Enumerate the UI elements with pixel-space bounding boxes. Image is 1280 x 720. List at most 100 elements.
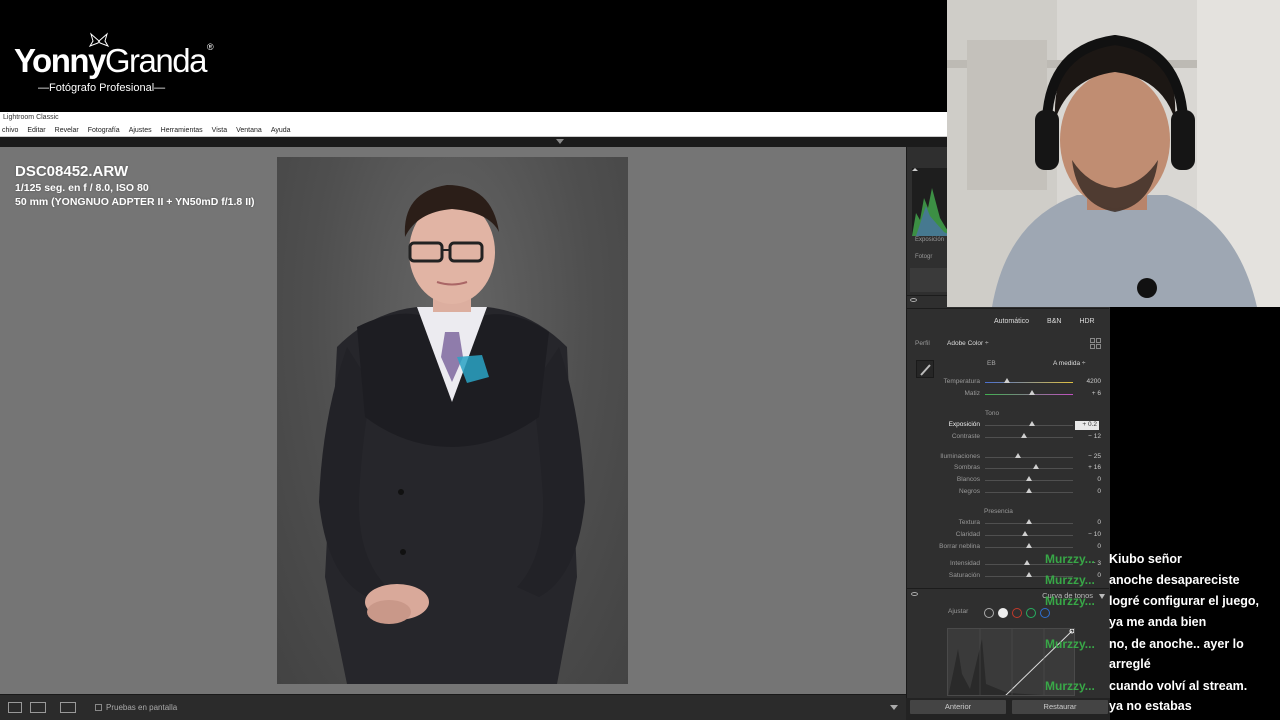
window-title: Lightroom Classic <box>0 112 947 125</box>
slider-textura[interactable]: Textura 0 <box>915 519 1105 529</box>
mode-bn[interactable]: B&N <box>1047 318 1061 325</box>
soft-proof-checkbox[interactable] <box>95 704 102 711</box>
mode-automatico[interactable]: Automático <box>994 318 1029 325</box>
slider-claridad[interactable]: Claridad − 10 <box>915 531 1105 541</box>
previous-button[interactable]: Anterior <box>910 700 1006 714</box>
wb-label: EB <box>987 360 996 367</box>
point-curve-icon[interactable] <box>998 608 1008 618</box>
parametric-curve-icon[interactable] <box>984 608 994 618</box>
slider-track[interactable] <box>985 468 1073 469</box>
brand-logo: YonnyGranda® —Fotógrafo Profesional— <box>14 32 244 98</box>
tool-strip[interactable] <box>910 268 948 292</box>
before-after-view-icon[interactable] <box>30 702 46 713</box>
histogram[interactable] <box>912 168 952 236</box>
slider-negros[interactable]: Negros 0 <box>915 488 1105 498</box>
slider-value[interactable]: 0 <box>1097 476 1101 483</box>
menu-fotografia[interactable]: Fotografía <box>88 125 120 136</box>
original-photo-label: Fotogr <box>915 254 933 260</box>
eyedropper-icon[interactable] <box>916 360 934 378</box>
slider-sombras[interactable]: Sombras + 16 <box>915 464 1105 474</box>
panel-divider <box>907 308 1109 309</box>
slider-label: Borrar neblina <box>939 543 980 550</box>
wb-dropdown[interactable]: A medida ÷ <box>1053 360 1085 367</box>
slider-label: Textura <box>958 519 980 526</box>
slider-value[interactable]: 0 <box>1097 572 1101 579</box>
portrait-illustration <box>319 185 585 684</box>
brand-registered: ® <box>206 42 214 52</box>
info-exposure: 1/125 seg. en f / 8.0, ISO 80 <box>15 182 149 194</box>
toolbar-menu-chevron-icon[interactable] <box>890 705 898 710</box>
chat-message: no, de anoche.. ayer lo <box>1109 637 1244 651</box>
slider-knob[interactable] <box>1026 543 1032 548</box>
chat-username: Murzzy... <box>1045 573 1095 587</box>
menu-herramientas[interactable]: Herramientas <box>161 125 203 136</box>
basic-panel-visibility-icon[interactable] <box>910 298 917 302</box>
slider-value[interactable]: − 12 <box>1088 433 1101 440</box>
slider-exposicion[interactable]: Exposición + 0.2 <box>915 421 1105 431</box>
menu-editar[interactable]: Editar <box>27 125 45 136</box>
slider-track[interactable] <box>985 382 1073 383</box>
top-panel-toggle-strip[interactable] <box>0 137 947 147</box>
slider-value[interactable]: 0 <box>1097 543 1101 550</box>
slider-value[interactable]: 0 <box>1097 488 1101 495</box>
slider-knob[interactable] <box>1020 433 1027 438</box>
slider-track[interactable] <box>985 535 1073 536</box>
slider-value[interactable]: 4200 <box>1087 378 1101 385</box>
menu-vista[interactable]: Vista <box>212 125 227 136</box>
menu-archivo[interactable]: chivo <box>2 125 18 136</box>
slider-value[interactable]: + 6 <box>1092 390 1101 397</box>
panel-divider <box>907 588 1109 589</box>
chat-message: arreglé <box>1109 657 1151 671</box>
slider-knob[interactable] <box>1026 572 1032 577</box>
bottom-toolbar: Pruebas en pantalla <box>0 694 906 720</box>
chat-message: logré configurar el juego, <box>1109 594 1260 608</box>
collapse-triangle-icon[interactable] <box>556 139 564 144</box>
menu-revelar[interactable]: Revelar <box>55 125 79 136</box>
screen: YonnyGranda® —Fotógrafo Profesional— Lig… <box>0 0 1280 720</box>
slider-value[interactable]: 0 <box>1097 519 1101 526</box>
slider-label: Matiz <box>964 390 980 397</box>
slider-label: Exposición <box>948 421 980 428</box>
slider-value[interactable]: − 10 <box>1088 531 1101 538</box>
green-channel-icon[interactable] <box>1026 608 1036 618</box>
reset-button[interactable]: Restaurar <box>1012 700 1108 714</box>
blue-channel-icon[interactable] <box>1040 608 1050 618</box>
slider-value[interactable]: − 25 <box>1088 453 1101 460</box>
slider-value[interactable]: + 16 <box>1088 464 1101 471</box>
slider-iluminaciones[interactable]: Iluminaciones − 25 <box>915 453 1105 463</box>
slider-contraste[interactable]: Contraste − 12 <box>915 433 1105 443</box>
portrait-photo[interactable] <box>277 157 628 684</box>
slider-knob[interactable] <box>1026 519 1032 524</box>
collapse-triangle-icon[interactable] <box>1099 594 1105 599</box>
slider-knob[interactable] <box>1015 453 1022 458</box>
tone-curve-visibility-icon[interactable] <box>911 592 918 596</box>
slider-knob[interactable] <box>1021 531 1028 536</box>
menu-ajustes[interactable]: Ajustes <box>129 125 152 136</box>
loupe-view-icon[interactable] <box>8 702 22 713</box>
slider-value[interactable]: + 0.2 <box>1075 421 1099 430</box>
slider-knob[interactable] <box>1026 476 1032 481</box>
slider-track[interactable] <box>985 437 1073 438</box>
red-channel-icon[interactable] <box>1012 608 1022 618</box>
slider-label: Blancos <box>956 476 980 483</box>
profile-dropdown[interactable]: Adobe Color ÷ <box>947 340 989 347</box>
histogram-graph <box>912 168 952 236</box>
slider-knob[interactable] <box>1028 421 1035 426</box>
slider-temperatura[interactable]: Temperatura 4200 <box>915 378 1105 388</box>
slider-blancos[interactable]: Blancos 0 <box>915 476 1105 486</box>
chat-message: ya no estabas <box>1109 699 1192 713</box>
slider-track[interactable] <box>985 457 1073 458</box>
mode-hdr[interactable]: HDR <box>1079 318 1094 325</box>
profile-browser-grid-icon[interactable] <box>1090 338 1101 349</box>
slider-knob[interactable] <box>1028 390 1035 395</box>
curve-adjust-label: Ajustar <box>948 608 969 615</box>
slider-knob[interactable] <box>1004 378 1010 383</box>
slider-knob[interactable] <box>1026 488 1032 493</box>
menu-ventana[interactable]: Ventana <box>236 125 262 136</box>
yy-compare-icon[interactable] <box>60 702 76 713</box>
slider-knob[interactable] <box>1024 560 1031 565</box>
slider-knob[interactable] <box>1033 464 1040 469</box>
menu-ayuda[interactable]: Ayuda <box>271 125 291 136</box>
tone-section-label: Tono <box>985 410 1000 417</box>
slider-matiz[interactable]: Matiz + 6 <box>915 390 1105 400</box>
